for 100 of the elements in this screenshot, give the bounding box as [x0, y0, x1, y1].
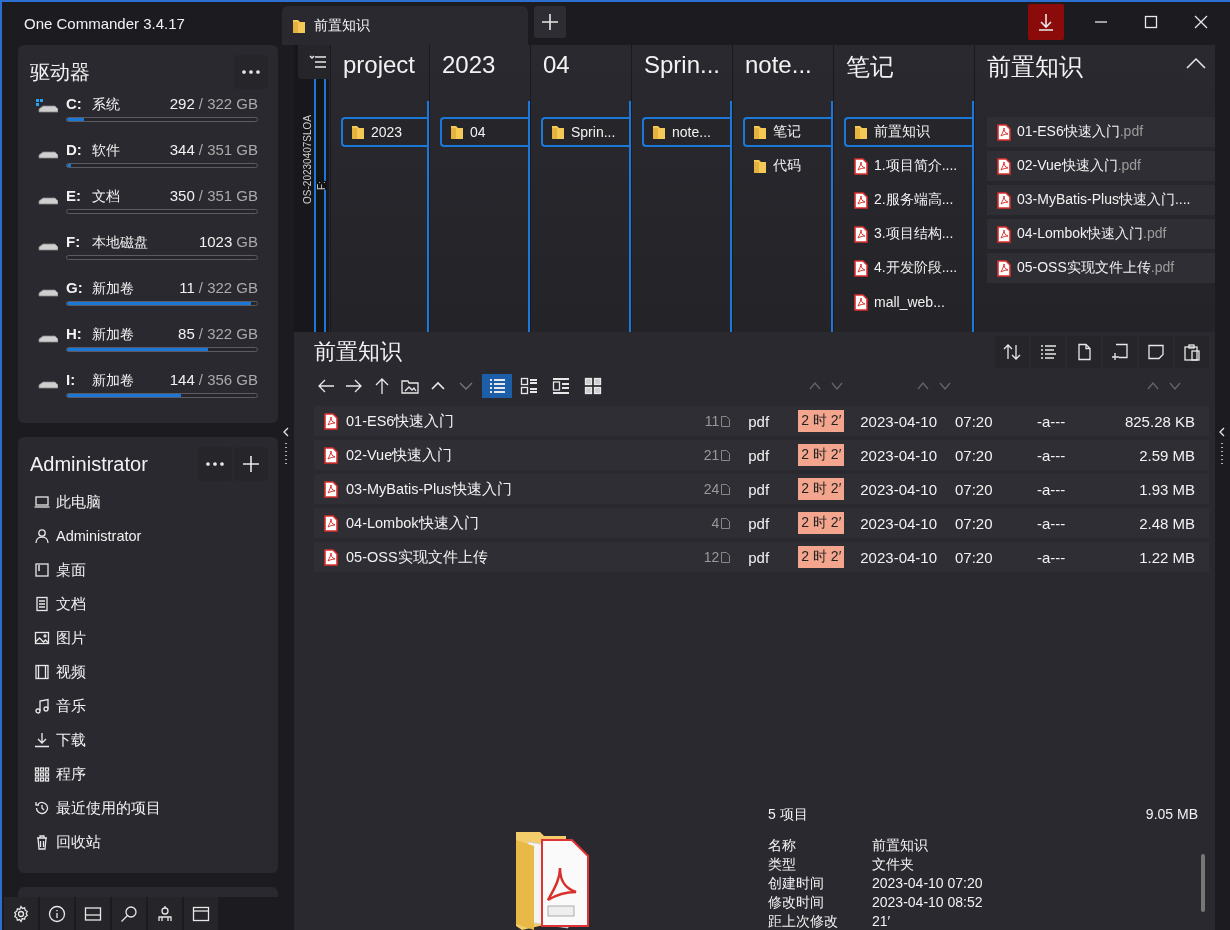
more-button[interactable]: [234, 55, 268, 89]
pdf-icon: [997, 259, 1011, 277]
item-name: 4.开发阶段....: [874, 259, 958, 277]
column-item[interactable]: 04: [440, 117, 528, 147]
total-space: GB: [236, 233, 258, 250]
download-button[interactable]: [1028, 4, 1064, 40]
pdf-icon: [324, 412, 338, 430]
window-button[interactable]: [184, 897, 218, 930]
age-badge: 2 时 2′: [798, 546, 845, 568]
sidebar-item[interactable]: 文档: [28, 587, 268, 621]
sidebar-item[interactable]: 最近使用的项目: [28, 791, 268, 825]
menu-icon: [309, 55, 327, 69]
file-row[interactable]: 04-Lombok快速入门 4 pdf 2 时 2′ 2023-04-10 07:20 -a--- 2.48 MB: [314, 508, 1209, 538]
file-row[interactable]: 02-Vue快速入门 21 pdf 2 时 2′ 2023-04-10 07:20 -a--- 2.59 MB: [314, 440, 1209, 470]
column-item[interactable]: 02-Vue快速入门.pdf: [987, 151, 1215, 181]
sidebar-item[interactable]: 音乐: [28, 689, 268, 723]
column-item[interactable]: 4.开发阶段....: [844, 253, 972, 283]
note-button[interactable]: [1139, 336, 1173, 368]
column-item[interactable]: Sprin...: [541, 117, 629, 147]
file-size: 825.28 KB: [1123, 412, 1196, 430]
column-title: Sprin...: [643, 50, 721, 80]
column-item[interactable]: mall_web...: [844, 287, 972, 317]
file-row[interactable]: 03-MyBatis-Plus快速入门 24 pdf 2 时 2′ 2023-04-10 07:20 -a--- 1.93 MB: [314, 474, 1209, 504]
sidebar-item[interactable]: 桌面: [28, 553, 268, 587]
drive-item[interactable]: G: 新加卷 11 / 322 GB: [28, 275, 268, 321]
file-row[interactable]: 01-ES6快速入门 11 pdf 2 时 2′ 2023-04-10 07:20 -a--- 825.28 KB: [314, 406, 1209, 436]
sidebar-item-label: 程序: [56, 764, 86, 784]
sidebar-item[interactable]: Administrator: [28, 519, 268, 553]
column-item[interactable]: 前置知识: [844, 117, 972, 147]
column-item[interactable]: 3.项目结构...: [844, 219, 972, 249]
tab[interactable]: 前置知识: [282, 6, 528, 45]
sidebar-item[interactable]: 下载: [28, 723, 268, 757]
new-folder-button[interactable]: [1103, 336, 1137, 368]
column-item[interactable]: 笔记: [743, 117, 831, 147]
info-button[interactable]: [40, 897, 74, 930]
download-icon: [34, 732, 50, 748]
path-label: F:: [316, 181, 327, 190]
column-item[interactable]: note...: [642, 117, 730, 147]
column-item[interactable]: 2023: [341, 117, 427, 147]
view-mode-button[interactable]: [482, 374, 512, 398]
file-row[interactable]: 05-OSS实现文件上传 12 pdf 2 时 2′ 2023-04-10 07:20 -a--- 1.22 MB: [314, 542, 1209, 572]
robot-button[interactable]: [148, 897, 182, 930]
sidebar-item-label: 音乐: [56, 696, 86, 716]
age-badge: 2 时 2′: [798, 478, 845, 500]
column-item[interactable]: 1.项目简介....: [844, 151, 972, 181]
search-button[interactable]: [112, 897, 146, 930]
paste-button[interactable]: [1175, 336, 1209, 368]
drive-item[interactable]: I: 新加卷 144 / 356 GB: [28, 367, 268, 413]
total-space: / 351 GB: [198, 141, 258, 158]
sidebar-item-label: 此电脑: [56, 492, 101, 512]
more-button[interactable]: [198, 447, 232, 481]
drive-item[interactable]: F: 本地磁盘 1023 GB: [28, 229, 268, 275]
column-item[interactable]: 代码: [743, 151, 831, 181]
history-icon: [34, 800, 50, 816]
free-space: 344: [169, 141, 195, 158]
window-icon: [192, 905, 210, 923]
layout-button[interactable]: [76, 897, 110, 930]
details-button[interactable]: [1031, 336, 1065, 368]
file-size: 1.22 MB: [1138, 548, 1196, 566]
drive-item[interactable]: E: 文档 350 / 351 GB: [28, 183, 268, 229]
system-drive-icon: [36, 99, 58, 115]
sidebar-item[interactable]: 程序: [28, 757, 268, 791]
add-button[interactable]: [234, 447, 268, 481]
column-item[interactable]: 05-OSS实现文件上传.pdf: [987, 253, 1215, 283]
column-item[interactable]: 03-MyBatis-Plus快速入门....: [987, 185, 1215, 215]
column-item[interactable]: 04-Lombok快速入门.pdf: [987, 219, 1215, 249]
item-count: 5 项目: [768, 806, 808, 824]
sidebar-item[interactable]: 回收站: [28, 825, 268, 859]
new-file-button[interactable]: [1067, 336, 1101, 368]
total-space: / 322 GB: [198, 325, 258, 342]
file-size: 2.59 MB: [1138, 446, 1196, 464]
pdf-icon: [854, 293, 868, 311]
drive-item[interactable]: C: 系统 292 / 322 GB: [28, 91, 268, 137]
drive-letter: G:: [66, 279, 84, 296]
file-name: 01-ES6快速入门: [346, 411, 456, 431]
settings-button[interactable]: [4, 897, 38, 930]
column-item[interactable]: 01-ES6快速入门.pdf: [987, 117, 1215, 147]
column-item[interactable]: 2.服务端高...: [844, 185, 972, 215]
pdf-icon: [997, 123, 1011, 141]
file-attributes: -a---: [1036, 480, 1067, 498]
grid-view-icon: [584, 377, 602, 395]
sidebar-item[interactable]: 图片: [28, 621, 268, 655]
file-attributes: -a---: [1036, 412, 1067, 430]
close-icon: [1194, 15, 1208, 29]
sort-button[interactable]: [995, 336, 1029, 368]
up-icon: [373, 377, 391, 395]
file-type: pdf: [747, 446, 771, 464]
column-title: 笔记: [845, 52, 894, 82]
drive-item[interactable]: D: 软件 344 / 351 GB: [28, 137, 268, 183]
new-tab-button[interactable]: [534, 6, 566, 38]
settings-icon: [12, 905, 30, 923]
scrollbar[interactable]: [1201, 854, 1205, 912]
forward-icon: [345, 377, 363, 395]
sidebar-item[interactable]: 此电脑: [28, 485, 268, 519]
sidebar-item[interactable]: 视频: [28, 655, 268, 689]
drive-item[interactable]: H: 新加卷 85 / 322 GB: [28, 321, 268, 367]
folder-icon: [652, 124, 666, 140]
note-icon: [1147, 343, 1165, 361]
chevron-up-icon: [1186, 57, 1206, 69]
item-name: 代码: [773, 157, 801, 175]
